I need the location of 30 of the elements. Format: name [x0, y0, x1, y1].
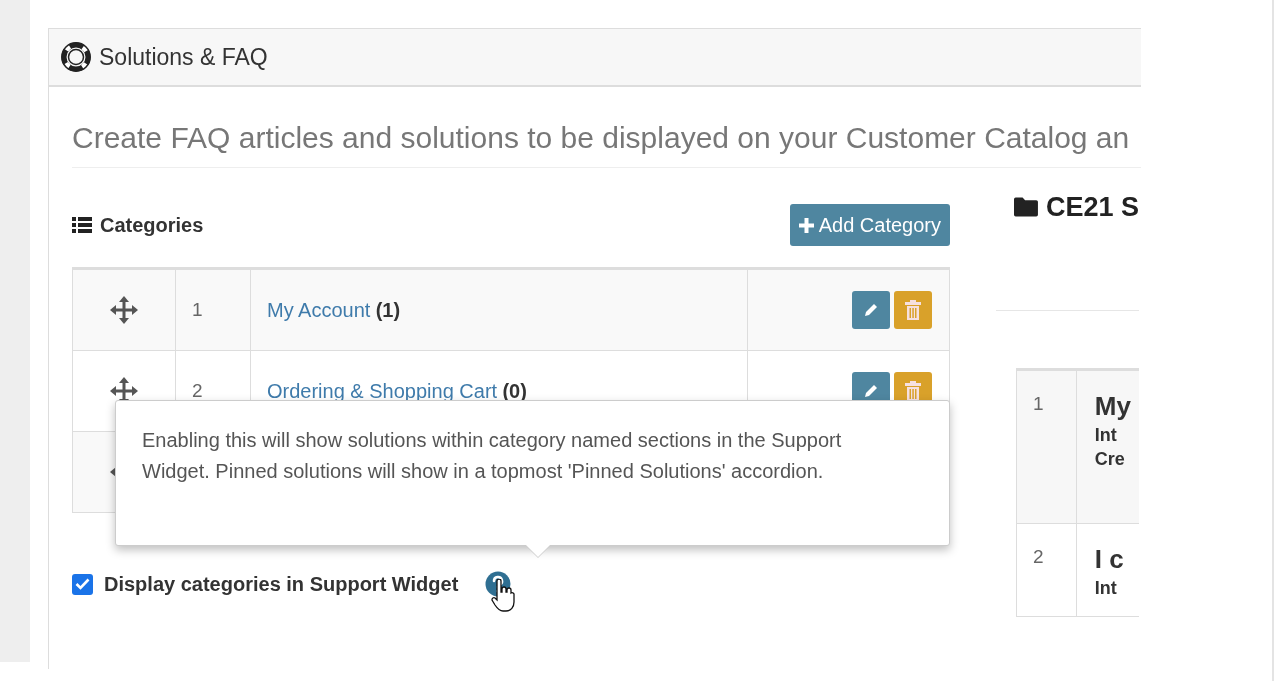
- add-category-button[interactable]: Add Category: [789, 204, 950, 246]
- plus-icon: [798, 217, 814, 233]
- row-number: 2: [192, 380, 203, 401]
- solution-title: I c: [1094, 543, 1125, 576]
- checkbox-label: Display categories in Support Widget: [104, 572, 459, 596]
- categories-heading: Categories: [100, 213, 204, 237]
- row-number: 1: [1033, 393, 1044, 414]
- pencil-icon: [863, 302, 879, 318]
- edit-button[interactable]: [852, 291, 890, 329]
- hand-cursor-icon: [491, 579, 516, 613]
- tooltip-text: Enabling this will show solutions within category named sections in the Support Widget. Pinned solutions will show in a topmost 'Pinned Solutions' accordion.: [142, 428, 843, 484]
- solution-detail: Int: [1094, 577, 1118, 600]
- article-count: (1): [375, 298, 401, 321]
- lifebuoy-icon: [61, 42, 91, 72]
- solution-title: My: [1094, 390, 1132, 423]
- row-number: 2: [1033, 546, 1044, 567]
- folder-icon: [1014, 196, 1038, 218]
- solution-detail: Cre: [1094, 448, 1126, 471]
- row-number: 1: [192, 299, 203, 320]
- category-link[interactable]: My Account: [267, 298, 371, 321]
- list-icon: [72, 217, 92, 233]
- trash-icon: [905, 300, 921, 320]
- solutions-heading: CE21 S: [1045, 191, 1139, 223]
- checkbox[interactable]: [72, 573, 93, 595]
- trash-icon: [905, 381, 921, 401]
- description-text: Create FAQ articles and solutions to be displayed on your Customer Catalog an: [72, 121, 1141, 168]
- panel-title: Solutions & FAQ: [99, 43, 268, 71]
- category-link[interactable]: Ordering & Shopping Cart: [267, 379, 498, 402]
- solution-detail: Int: [1094, 424, 1118, 447]
- move-icon[interactable]: [110, 296, 138, 324]
